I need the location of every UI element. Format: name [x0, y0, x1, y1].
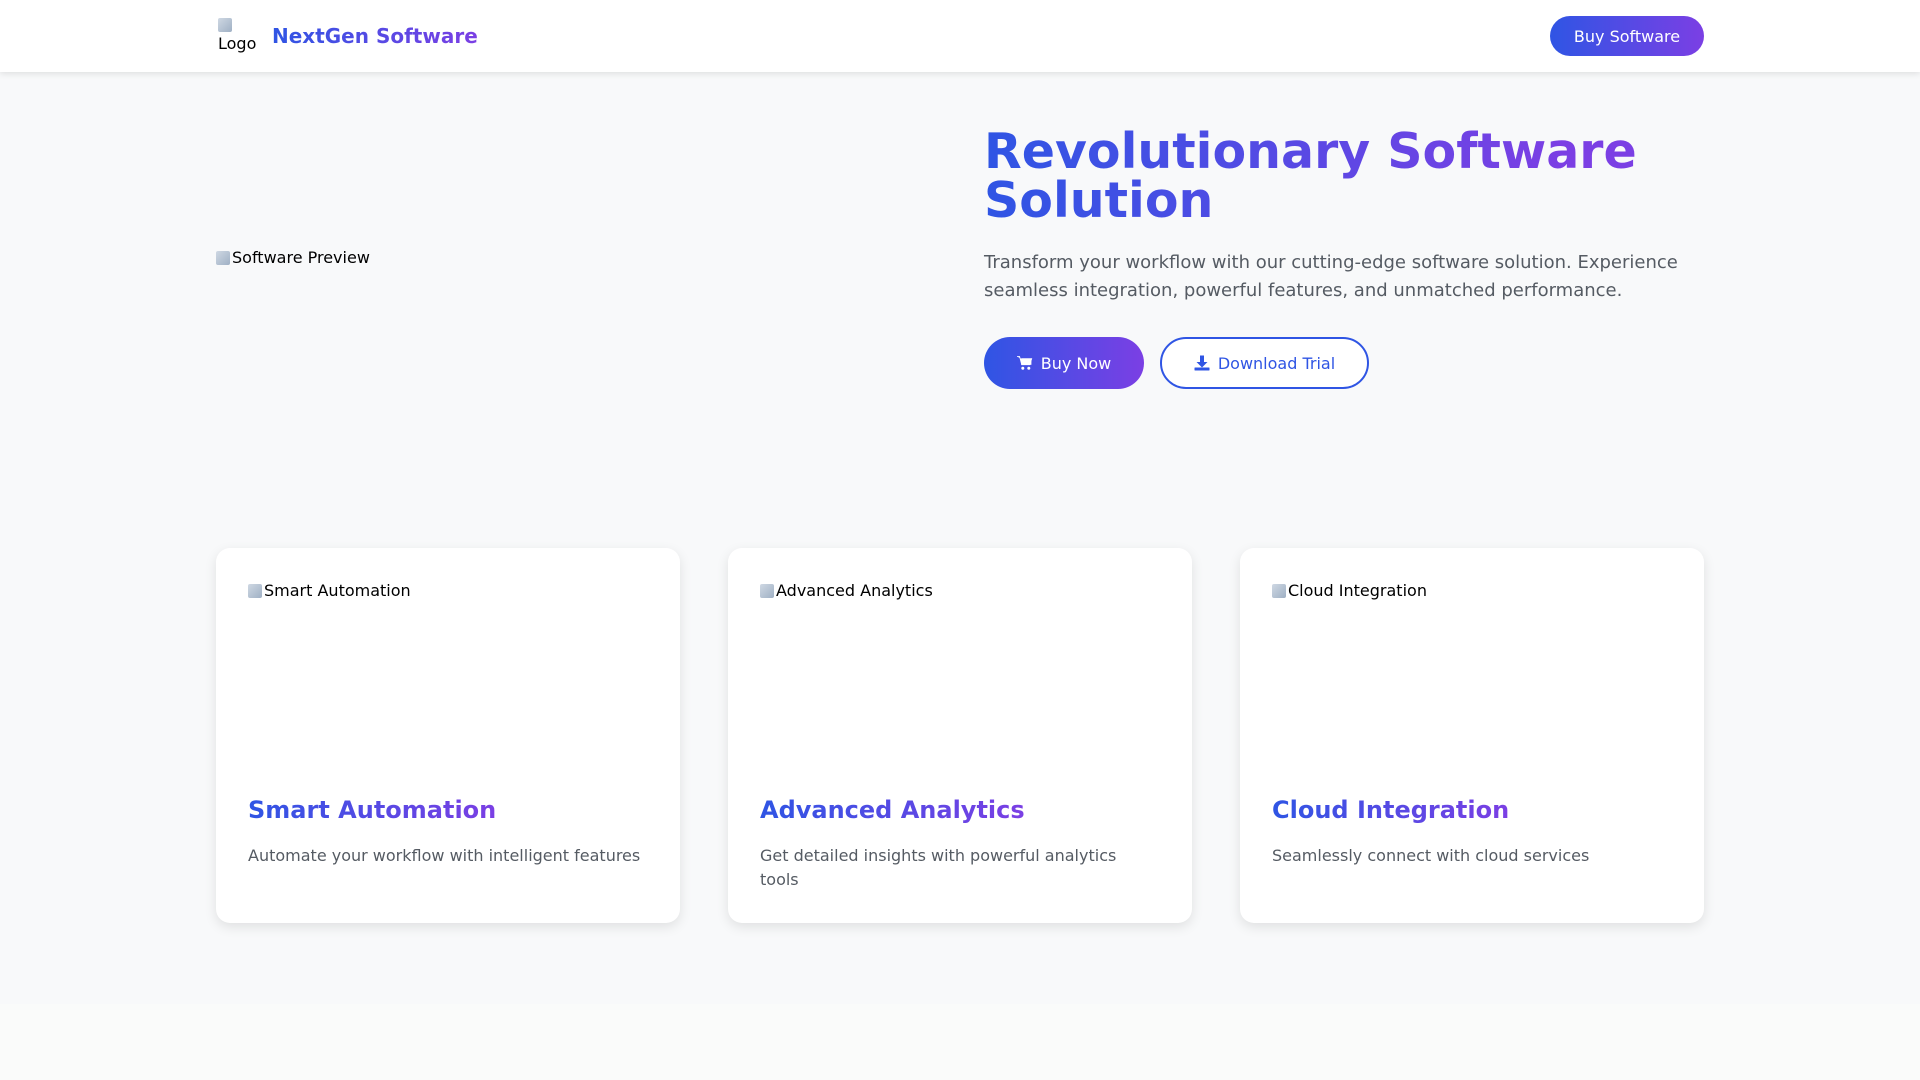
- feature-card: Smart Automation Smart Automation Automa…: [216, 548, 680, 923]
- features-section: Smart Automation Smart Automation Automa…: [0, 492, 1920, 1004]
- feature-description: Get detailed insights with powerful anal…: [760, 846, 1117, 889]
- feature-image-alt: Advanced Analytics: [776, 581, 933, 600]
- hero-subtitle: Transform your workflow with our cutting…: [984, 252, 1678, 301]
- broken-image-icon: [1272, 583, 1286, 598]
- hero-text: Revolutionary Software Solution Transfor…: [984, 127, 1704, 389]
- footer-band: [0, 1004, 1920, 1080]
- buy-now-button[interactable]: Buy Now: [984, 337, 1144, 389]
- feature-title: Cloud Integration: [1272, 796, 1510, 824]
- feature-title: Smart Automation: [248, 796, 497, 824]
- hero-section: Software Preview Revolutionary Software …: [0, 72, 1920, 492]
- broken-image-icon: [216, 250, 230, 265]
- feature-description: Seamlessly connect with cloud services: [1272, 846, 1590, 865]
- buy-software-button[interactable]: Buy Software: [1550, 16, 1704, 56]
- broken-image-icon: [248, 583, 262, 598]
- feature-image-alt: Smart Automation: [264, 581, 411, 600]
- feature-image: Advanced Analytics: [760, 581, 933, 600]
- logo[interactable]: Logo: [216, 16, 256, 56]
- software-preview-image: Software Preview: [216, 248, 370, 267]
- software-preview-alt: Software Preview: [232, 248, 370, 267]
- feature-image: Cloud Integration: [1272, 581, 1427, 600]
- broken-image-icon: [760, 583, 774, 598]
- logo-alt-text: Logo: [218, 34, 257, 53]
- feature-image-alt: Cloud Integration: [1288, 581, 1427, 600]
- brand[interactable]: Logo NextGen Software: [216, 16, 478, 56]
- download-icon: [1194, 355, 1210, 371]
- shopping-cart-icon: [1016, 356, 1032, 370]
- broken-image-icon: [218, 18, 232, 32]
- hero-buttons: Buy Now Download Trial: [984, 337, 1704, 389]
- download-trial-button[interactable]: Download Trial: [1160, 337, 1369, 389]
- feature-card: Cloud Integration Cloud Integration Seam…: [1240, 548, 1704, 923]
- brand-name[interactable]: NextGen Software: [272, 24, 478, 48]
- feature-description: Automate your workflow with intelligent …: [248, 846, 641, 865]
- site-header: Logo NextGen Software Buy Software: [0, 0, 1920, 72]
- buy-now-label: Buy Now: [1040, 353, 1112, 373]
- feature-title: Advanced Analytics: [760, 796, 1025, 824]
- hero-title: Revolutionary Software Solution: [984, 127, 1704, 225]
- feature-image: Smart Automation: [248, 581, 411, 600]
- download-trial-label: Download Trial: [1217, 353, 1336, 373]
- hero-title-line-2: Solution: [984, 172, 1214, 229]
- header-inner: Logo NextGen Software Buy Software: [216, 0, 1704, 72]
- feature-card: Advanced Analytics Advanced Analytics Ge…: [728, 548, 1192, 923]
